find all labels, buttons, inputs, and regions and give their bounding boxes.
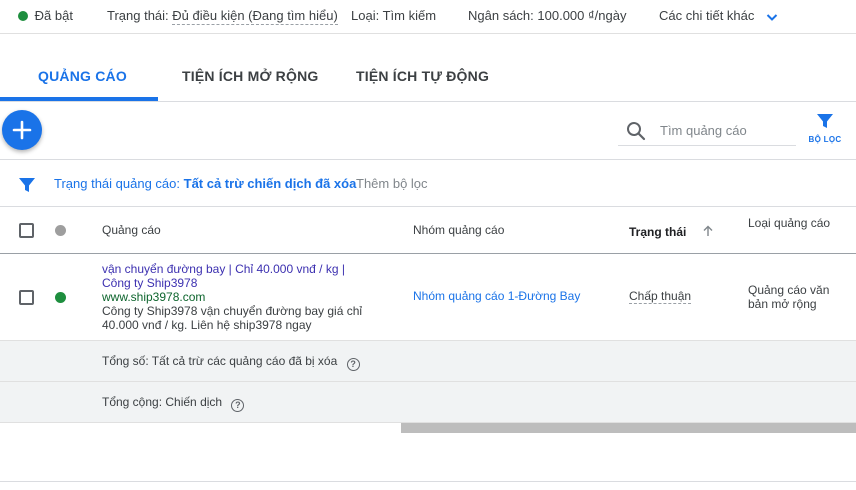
campaign-budget: Ngân sách: 100.000 ₫/ngày (468, 8, 626, 23)
ad-status-filter-chip[interactable]: Trạng thái quảng cáo: Tất cả trừ chiến d… (54, 176, 356, 191)
budget-value: 100.000 ₫/ngày (537, 8, 627, 23)
total-all-label: Tổng số: Tất cả trừ các quảng cáo đã bị … (102, 354, 338, 368)
budget-label: Ngân sách: (468, 8, 534, 23)
status-label: Trạng thái: (107, 8, 169, 23)
filter-chip-value: Tất cả trừ chiến dịch đã xóa (183, 176, 357, 191)
filter-chip-prefix: Trạng thái quảng cáo: (54, 176, 180, 191)
horizontal-scrollbar[interactable] (401, 423, 856, 433)
divider (0, 481, 856, 482)
sort-arrow-up-icon (703, 225, 713, 236)
column-header-ad-group[interactable]: Nhóm quảng cáo (413, 223, 504, 237)
select-all-checkbox[interactable] (19, 223, 34, 238)
enabled-label: Đã bật (34, 8, 73, 23)
total-row-all: Tổng số: Tất cả trừ các quảng cáo đã bị … (0, 341, 856, 382)
campaign-summary-bar: Đã bật Trạng thái: Đủ điều kiện (Đang tì… (0, 0, 856, 34)
enabled-dot-icon (18, 11, 28, 21)
ad-type: Quảng cáo văn bản mở rộng (748, 283, 830, 311)
total-row-campaign: Tổng cộng: Chiến dịch ? (0, 382, 856, 423)
column-header-status[interactable]: Trạng thái (629, 225, 714, 239)
tab-ads[interactable]: QUẢNG CÁO (38, 68, 127, 84)
chevron-down-icon (766, 14, 778, 21)
table-row: vận chuyển đường bay | Chỉ 40.000 vnđ / … (0, 254, 856, 341)
filter-icon (19, 178, 35, 192)
status-dot-header-icon[interactable] (55, 225, 66, 236)
add-ad-button[interactable] (2, 110, 42, 150)
tab-automated-extensions[interactable]: TIỆN ÍCH TỰ ĐỘNG (356, 68, 489, 84)
tab-extensions[interactable]: TIỆN ÍCH MỞ RỘNG (182, 68, 318, 84)
help-icon[interactable]: ? (346, 358, 360, 371)
row-checkbox[interactable] (19, 290, 34, 305)
more-details-label: Các chi tiết khác (659, 8, 755, 23)
search-ads-input[interactable] (618, 116, 796, 146)
enabled-status-dot-icon[interactable] (55, 292, 66, 303)
ad-display-url: www.ship3978.com (102, 290, 206, 304)
active-filters-bar: Trạng thái quảng cáo: Tất cả trừ chiến d… (0, 159, 856, 207)
total-campaign-label: Tổng cộng: Chiến dịch (102, 395, 223, 409)
status-header-label: Trạng thái (629, 225, 687, 239)
type-value: Tìm kiếm (382, 8, 437, 23)
column-header-ad[interactable]: Quảng cáo (102, 223, 161, 237)
add-filter-button[interactable]: Thêm bộ lọc (356, 176, 428, 191)
filter-icon (817, 114, 833, 128)
more-details-button[interactable]: Các chi tiết khác (659, 8, 778, 23)
type-label: Loại: (351, 8, 380, 23)
ad-group-link[interactable]: Nhóm quảng cáo 1-Đường Bay (413, 289, 580, 303)
ad-status[interactable]: Chấp thuận (629, 289, 692, 304)
ad-description: Công ty Ship3978 vận chuyển đường bay gi… (102, 304, 363, 332)
help-icon[interactable]: ? (231, 399, 245, 412)
filter-button[interactable]: BỘ LỌC (808, 112, 842, 152)
enabled-status[interactable]: Đã bật (18, 8, 73, 23)
status-value: Đủ điều kiện (Đang tìm hiểu) (172, 8, 338, 25)
plus-icon (12, 120, 32, 140)
table-header: Quảng cáo Nhóm quảng cáo Trạng thái Loại… (0, 207, 856, 254)
campaign-status[interactable]: Trạng thái: Đủ điều kiện (Đang tìm hiểu) (107, 8, 338, 25)
campaign-type: Loại: Tìm kiếm (351, 8, 436, 23)
tab-bar: QUẢNG CÁO TIỆN ÍCH MỞ RỘNG TIỆN ÍCH TỰ Đ… (0, 52, 856, 102)
column-header-ad-type[interactable]: Loại quảng cáo (748, 216, 838, 230)
filter-label: BỘ LỌC (808, 135, 842, 144)
ad-headline[interactable]: vận chuyển đường bay | Chỉ 40.000 vnđ / … (102, 262, 352, 290)
active-tab-indicator (0, 97, 158, 101)
